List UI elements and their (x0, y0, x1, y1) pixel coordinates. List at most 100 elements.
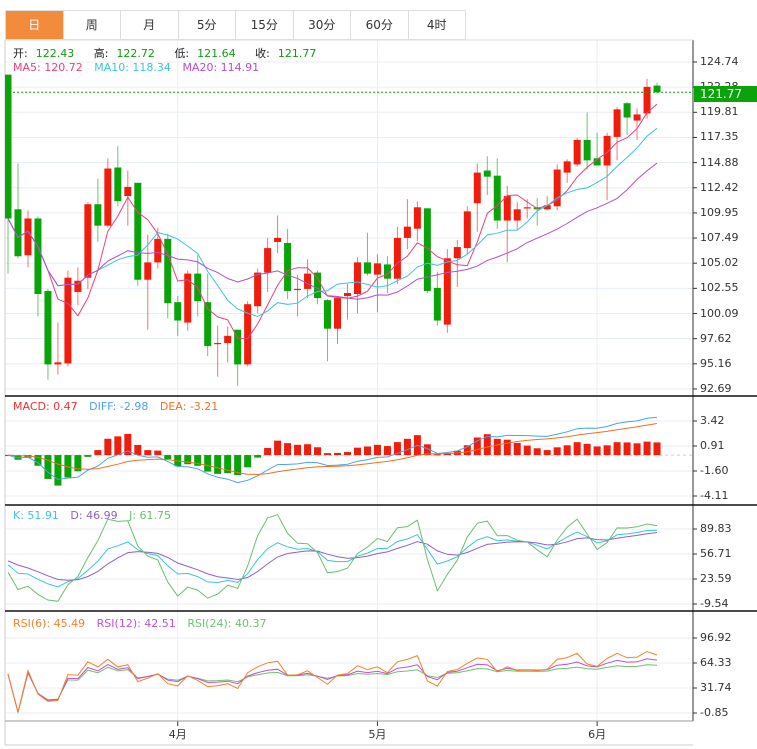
candle-body (423, 208, 431, 291)
price-axis-label: 114.88 (700, 155, 739, 169)
candle-body (513, 209, 521, 221)
low-label: 低: (174, 47, 190, 60)
open-label: 开: (13, 47, 28, 60)
macd-bar (84, 455, 92, 457)
candle-body (523, 207, 531, 209)
macd-bar (403, 438, 411, 456)
candle-body (224, 335, 232, 343)
k-value: K: 51.91 (13, 509, 59, 522)
macd-bar (264, 447, 272, 456)
rsi-group (7, 650, 658, 715)
macd-bar (583, 443, 591, 456)
candles-group (5, 74, 661, 386)
last-price-tag: 121.77 (694, 86, 757, 102)
candle-body (274, 237, 282, 242)
macd-bar (493, 438, 501, 456)
candle-body (343, 292, 351, 297)
kdj-legend: K: 51.91 D: 46.99 J: 61.75 (13, 509, 179, 522)
candle-body (104, 168, 112, 226)
macd-axis-label: 3.42 (700, 414, 725, 427)
candle-body (154, 238, 162, 263)
macd-bar (204, 455, 212, 472)
low-value: 121.64 (197, 47, 236, 60)
price-axis-label: 92.69 (700, 381, 732, 395)
price-axis-label: 109.95 (700, 205, 739, 219)
high-value: 122.72 (116, 47, 155, 60)
price-axis-label: 119.81 (700, 105, 739, 119)
candle-body (24, 218, 32, 256)
macd-bar (274, 440, 282, 456)
candle-body (5, 74, 12, 219)
macd-bar (593, 446, 601, 456)
high-label: 高: (93, 47, 109, 60)
candle-body (613, 109, 621, 137)
j-value: J: 61.75 (129, 509, 172, 522)
price-axis-label: 100.09 (700, 306, 739, 320)
candle-body (623, 103, 631, 118)
macd-bar (244, 455, 252, 468)
ma10-legend: MA10: 118.34 (94, 61, 171, 74)
macd-bar (653, 442, 661, 456)
dea-value: DEA: -3.21 (159, 400, 219, 413)
candle-body (573, 139, 581, 165)
candle-body (643, 86, 651, 114)
macd-bar (563, 445, 571, 456)
macd-bar (304, 444, 312, 456)
macd-bar (314, 447, 322, 456)
candle-body (653, 85, 661, 93)
macd-bar (373, 444, 381, 456)
macd-axis-label: 0.91 (700, 439, 725, 452)
candle-body (633, 114, 641, 121)
macd-bar (94, 450, 102, 456)
candle-body (234, 329, 242, 365)
macd-bar (54, 455, 62, 486)
macd-bar (523, 445, 531, 456)
candle-body (214, 342, 222, 345)
candle-body (264, 248, 272, 273)
ma-legend: MA5: 120.72 MA10: 118.34 MA20: 114.91 (13, 61, 267, 74)
candle-body (294, 288, 302, 291)
candle-body (473, 172, 481, 204)
d-value: D: 46.99 (70, 509, 118, 522)
candle-body (413, 207, 421, 229)
kdj-group (7, 514, 658, 602)
candle-body (174, 302, 182, 321)
macd-bar (134, 444, 142, 456)
macd-bar (553, 447, 561, 456)
candle-body (453, 247, 461, 259)
candle-body (184, 273, 192, 323)
kdj-axis-label: 89.83 (700, 522, 732, 535)
candle-body (114, 167, 122, 202)
ma20-legend: MA20: 114.91 (182, 61, 260, 74)
rsi-axis-label: 31.74 (700, 681, 732, 694)
rsi12-value: RSI(12): 42.51 (96, 617, 176, 630)
macd-bar (603, 445, 611, 456)
candle-body (483, 170, 491, 177)
ohlc-legend: 开: 122.43 高: 122.72 低: 121.64 收: 121.77 (13, 45, 332, 61)
kdj-axis-label: 23.59 (700, 572, 732, 585)
macd-bar (353, 447, 361, 456)
x-axis-label: 4月 (168, 728, 187, 741)
x-axis-label: 5月 (368, 728, 387, 741)
candle-body (433, 287, 441, 321)
macd-bar (363, 446, 371, 456)
candle-body (353, 262, 361, 295)
candle-body (54, 362, 62, 365)
macd-bar (513, 442, 521, 456)
macd-group (5, 416, 693, 486)
macd-bar (573, 442, 581, 456)
candle-body (304, 273, 312, 289)
macd-axis-label: -1.60 (700, 464, 729, 477)
candle-body (284, 242, 292, 291)
macd-bar (503, 439, 511, 456)
open-value: 122.43 (35, 47, 75, 60)
rsi-axis-label: 64.33 (700, 656, 732, 669)
macd-bar (643, 441, 651, 456)
candle-body (134, 182, 142, 280)
macd-bar (433, 454, 441, 456)
price-axis-label: 107.49 (700, 231, 739, 245)
ma5-legend: MA5: 120.72 (13, 61, 83, 74)
macd-bar (104, 438, 112, 456)
rsi6-value: RSI(6): 45.49 (13, 617, 86, 630)
rsi-legend: RSI(6): 45.49 RSI(12): 42.51 RSI(24): 40… (13, 617, 274, 630)
